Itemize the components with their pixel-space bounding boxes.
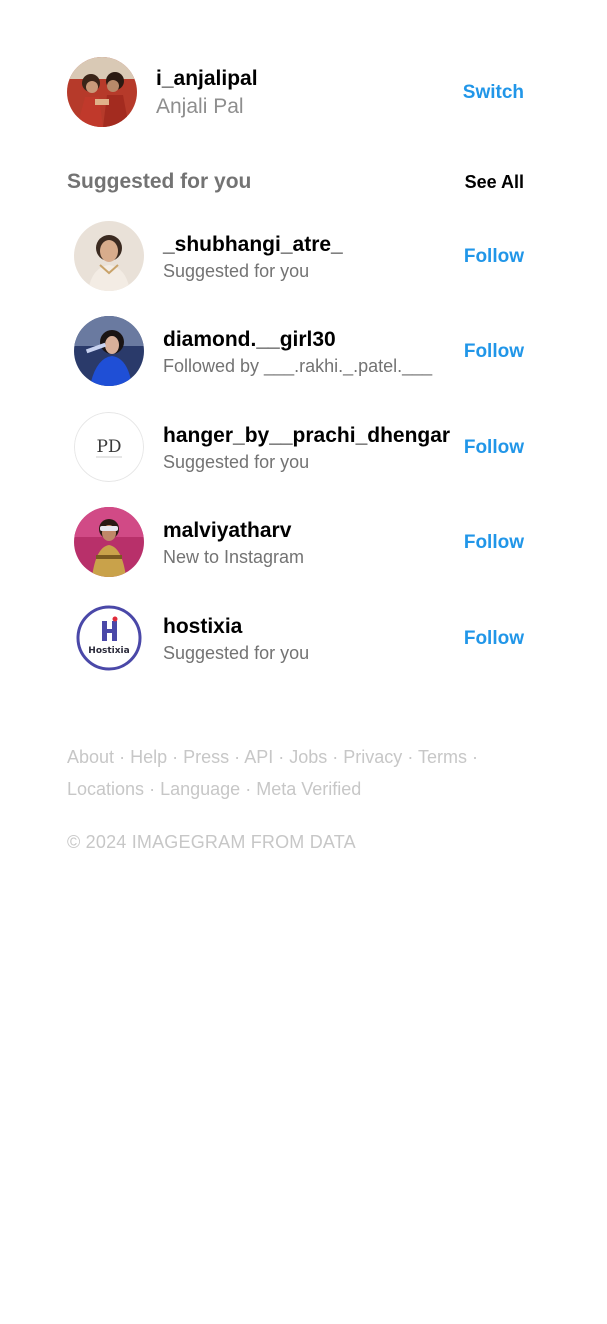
- suggestion-avatar[interactable]: [74, 316, 144, 386]
- footer-links: About · Help · Press · API · Jobs · Priv…: [67, 741, 487, 805]
- footer-link-api[interactable]: API: [244, 747, 273, 767]
- suggestion-row: diamond.__girl30 Followed by ___.rakhi._…: [74, 316, 524, 386]
- footer-separator: ·: [278, 747, 285, 767]
- footer-separator: ·: [245, 779, 252, 799]
- suggestion-row: malviyatharv New to Instagram Follow: [74, 507, 524, 577]
- suggestion-row: PD hanger_by__prachi_dhengar Suggested f…: [74, 412, 524, 482]
- footer-link-privacy[interactable]: Privacy: [343, 747, 402, 767]
- suggestion-username[interactable]: diamond.__girl30: [163, 328, 336, 352]
- suggestion-avatar[interactable]: [74, 221, 144, 291]
- footer-link-press[interactable]: Press: [183, 747, 229, 767]
- suggestion-avatar[interactable]: PD: [74, 412, 144, 482]
- suggestion-subtitle: Followed by ___.rakhi._.patel.___: [163, 356, 433, 376]
- suggestion-subtitle: Suggested for you: [163, 261, 310, 281]
- suggestion-subtitle: New to Instagram: [163, 547, 305, 567]
- suggested-header: Suggested for you See All: [67, 170, 524, 196]
- switch-account-button[interactable]: Switch: [463, 82, 524, 104]
- suggestion-username[interactable]: _shubhangi_atre_: [163, 233, 343, 257]
- footer-separator: ·: [149, 779, 156, 799]
- suggestion-subtitle: Suggested for you: [163, 452, 310, 472]
- suggestion-username[interactable]: hostixia: [163, 615, 242, 639]
- footer-separator: ·: [472, 747, 479, 767]
- follow-button[interactable]: Follow: [464, 437, 524, 459]
- see-all-button[interactable]: See All: [465, 172, 524, 193]
- footer-separator: ·: [119, 747, 126, 767]
- suggestions-panel: i_anjalipal Anjali Pal Switch Suggested …: [0, 0, 607, 1324]
- follow-button[interactable]: Follow: [464, 341, 524, 363]
- suggestion-avatar[interactable]: Hostixia: [74, 603, 144, 673]
- footer-link-locations[interactable]: Locations: [67, 779, 144, 799]
- footer-link-language[interactable]: Language: [160, 779, 240, 799]
- footer-separator: ·: [234, 747, 241, 767]
- suggestion-username[interactable]: malviyatharv: [163, 519, 291, 543]
- footer-link-help[interactable]: Help: [130, 747, 167, 767]
- follow-button[interactable]: Follow: [464, 628, 524, 650]
- avatar-logo-text: PD: [96, 437, 121, 457]
- footer-link-meta-verified[interactable]: Meta Verified: [256, 779, 361, 799]
- footer-separator: ·: [407, 747, 414, 767]
- follow-button[interactable]: Follow: [464, 532, 524, 554]
- suggestion-row: Hostixia hostixia Suggested for you Foll…: [74, 603, 524, 673]
- avatar-logo-text: Hostixia: [88, 646, 129, 656]
- suggestion-username[interactable]: hanger_by__prachi_dhengar: [163, 424, 450, 448]
- suggestion-subtitle: Suggested for you: [163, 643, 310, 663]
- suggestion-avatar[interactable]: [74, 507, 144, 577]
- footer-link-terms[interactable]: Terms: [418, 747, 467, 767]
- suggested-title: Suggested for you: [67, 170, 252, 193]
- footer-link-jobs[interactable]: Jobs: [289, 747, 327, 767]
- footer-link-about[interactable]: About: [67, 747, 114, 767]
- current-username[interactable]: i_anjalipal: [156, 67, 258, 91]
- follow-button[interactable]: Follow: [464, 246, 524, 268]
- footer-separator: ·: [332, 747, 339, 767]
- footer-separator: ·: [172, 747, 179, 767]
- suggestion-row: _shubhangi_atre_ Suggested for you Follo…: [74, 221, 524, 291]
- current-full-name: Anjali Pal: [156, 95, 244, 118]
- current-user-avatar[interactable]: [67, 57, 137, 127]
- current-account: i_anjalipal Anjali Pal Switch: [67, 57, 524, 127]
- copyright-text: © 2024 IMAGEGRAM FROM DATA: [67, 832, 356, 852]
